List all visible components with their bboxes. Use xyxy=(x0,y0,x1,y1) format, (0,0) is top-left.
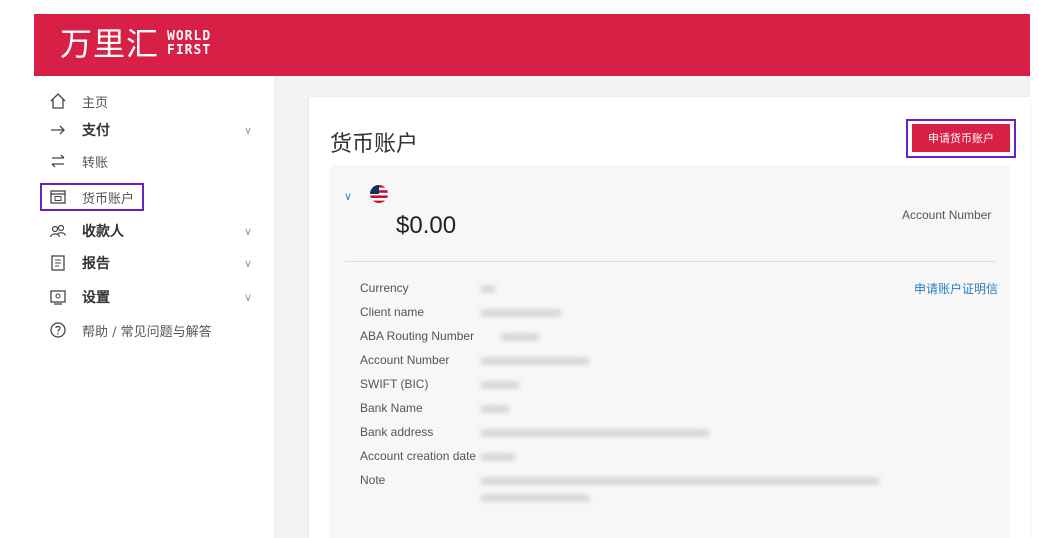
sidebar-item-label: 转账 xyxy=(82,155,109,171)
arrow-right-icon xyxy=(48,120,68,140)
detail-label-aba-routing: ABA Routing Number xyxy=(360,329,475,343)
detail-value-client-name xyxy=(480,309,562,317)
home-icon xyxy=(48,91,68,111)
logo-cn-text: 万里汇 xyxy=(60,25,160,63)
account-balance: $0.00 xyxy=(396,212,457,239)
sidebar: 主页 支付 ∨ 转账 货币账户 收款人 ∨ 报告 ∨ 设置 ∨ 帮助 / 常见问… xyxy=(34,76,274,538)
logo-en-line2: FIRST xyxy=(167,43,212,58)
sidebar-item-label: 帮助 / 常见问题与解答 xyxy=(82,324,212,340)
sidebar-item-label: 支付 xyxy=(82,123,110,139)
page-title: 货币账户 xyxy=(330,132,419,157)
sidebar-item-recipients[interactable]: 收款人 ∨ xyxy=(34,218,274,244)
apply-button-highlight-box xyxy=(906,119,1016,158)
detail-value-currency xyxy=(480,285,496,293)
settings-icon xyxy=(48,287,68,307)
chevron-down-icon[interactable]: ∨ xyxy=(244,257,252,270)
detail-value-note-line2 xyxy=(480,494,590,502)
chevron-down-icon[interactable]: ∨ xyxy=(244,124,252,137)
detail-value-creation-date xyxy=(480,453,516,461)
chevron-down-icon[interactable]: ∨ xyxy=(344,190,352,203)
detail-label-bank-name: Bank Name xyxy=(360,401,423,415)
detail-value-bank-name xyxy=(480,405,510,413)
chevron-down-icon[interactable]: ∨ xyxy=(244,291,252,304)
apply-account-certificate-link[interactable]: 申请账户证明信 xyxy=(914,280,998,297)
detail-value-note-line1 xyxy=(480,477,880,485)
sidebar-item-label: 收款人 xyxy=(82,224,124,240)
sidebar-item-help[interactable]: 帮助 / 常见问题与解答 xyxy=(34,317,274,343)
top-header: 万里汇 WORLD FIRST xyxy=(34,14,1030,76)
detail-label-note: Note xyxy=(360,473,386,487)
sidebar-item-label: 设置 xyxy=(82,290,110,306)
sidebar-item-label: 报告 xyxy=(82,256,110,272)
sidebar-item-label: 主页 xyxy=(82,95,109,111)
logo-en-line1: WORLD xyxy=(167,29,212,44)
chevron-down-icon[interactable]: ∨ xyxy=(244,225,252,238)
sidebar-item-transfer[interactable]: 转账 xyxy=(34,148,274,174)
detail-value-bank-address xyxy=(480,429,710,437)
us-flag-icon xyxy=(369,184,389,204)
detail-label-creation-date: Account creation date xyxy=(360,449,477,463)
account-number-label: Account Number xyxy=(902,208,992,222)
users-icon xyxy=(48,221,68,241)
sidebar-item-reports[interactable]: 报告 ∨ xyxy=(34,250,274,276)
detail-label-swift: SWIFT (BIC) xyxy=(360,377,429,391)
detail-label-currency: Currency xyxy=(360,281,409,295)
detail-label-client-name: Client name xyxy=(360,305,425,319)
worldfirst-logo[interactable]: 万里汇 WORLD FIRST xyxy=(60,24,211,64)
divider xyxy=(345,261,995,262)
help-icon xyxy=(48,320,68,340)
transfer-icon xyxy=(48,151,68,171)
report-icon xyxy=(48,253,68,273)
logo-en-text: WORLD FIRST xyxy=(167,30,211,58)
detail-label-account-number: Account Number xyxy=(360,353,450,367)
sidebar-item-payments[interactable]: 支付 ∨ xyxy=(34,117,274,143)
detail-label-bank-address: Bank address xyxy=(360,425,434,439)
sidebar-item-settings[interactable]: 设置 ∨ xyxy=(34,284,274,310)
detail-value-swift xyxy=(480,381,520,389)
detail-value-account-number xyxy=(480,357,590,365)
sidebar-item-home[interactable]: 主页 xyxy=(34,88,274,114)
sidebar-highlight-box xyxy=(40,183,144,211)
detail-value-aba-routing xyxy=(500,333,540,341)
